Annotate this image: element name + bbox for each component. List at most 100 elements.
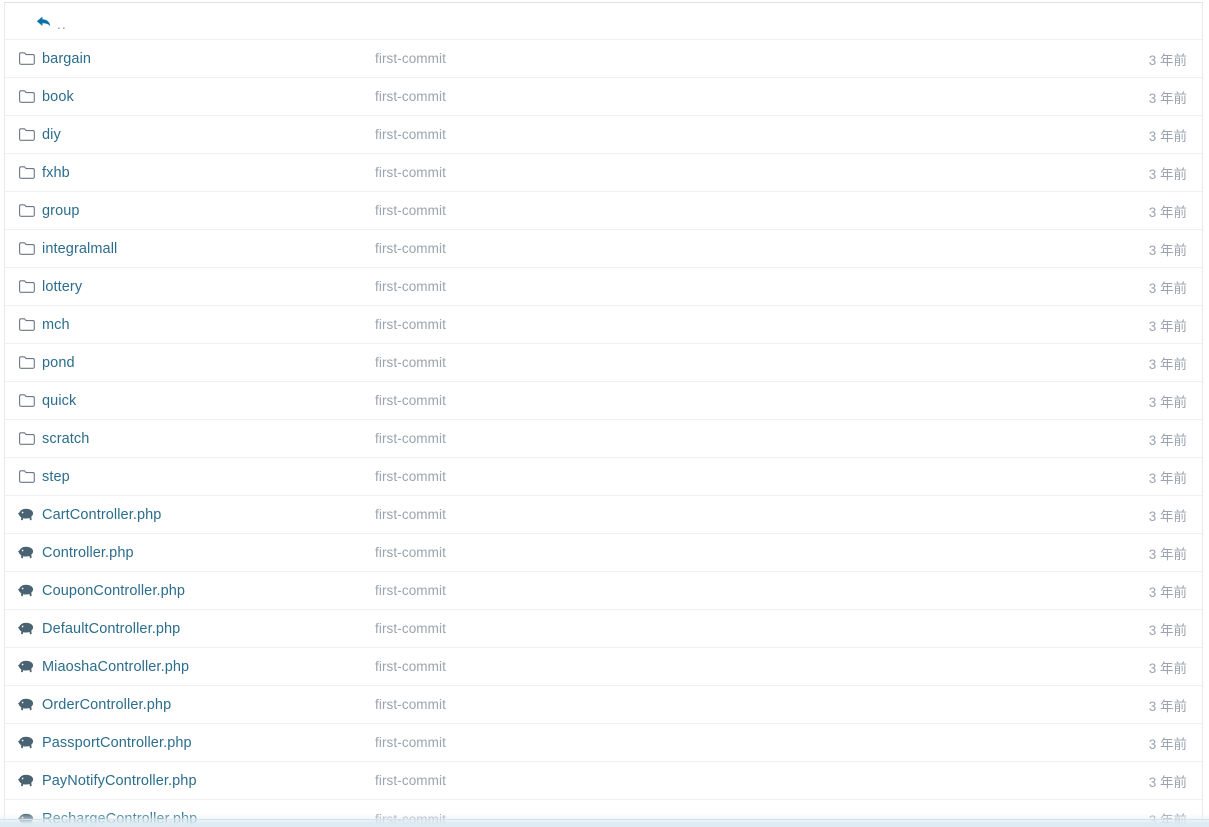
table-row[interactable]: PassportController.php first-commit 3 年前	[5, 724, 1202, 762]
folder-icon	[18, 431, 35, 446]
row-commit-age: 3 年前	[1148, 166, 1187, 182]
row-name-cell: scratch	[5, 431, 375, 447]
folder-link[interactable]: lottery	[42, 279, 82, 295]
php-elephant-icon	[18, 735, 35, 750]
folder-link[interactable]: pond	[42, 355, 75, 371]
row-commit-message: first-commit	[375, 583, 446, 598]
row-commit-age: 3 年前	[1148, 736, 1187, 752]
row-name-cell: OrderController.php	[5, 697, 375, 713]
folder-link[interactable]: diy	[42, 127, 61, 143]
row-name-cell: DefaultController.php	[5, 621, 375, 637]
row-commit-age: 3 年前	[1148, 204, 1187, 220]
row-name-cell: MiaoshaController.php	[5, 659, 375, 675]
row-name-cell: RechargeController.php	[5, 811, 375, 827]
folder-link[interactable]: fxhb	[42, 165, 70, 181]
row-commit-message: first-commit	[375, 51, 446, 66]
folder-icon	[18, 51, 35, 66]
table-row[interactable]: MiaoshaController.php first-commit 3 年前	[5, 648, 1202, 686]
table-row[interactable]: lottery first-commit 3 年前	[5, 268, 1202, 306]
row-commit-message: first-commit	[375, 469, 446, 484]
folder-icon	[18, 469, 35, 484]
php-elephant-icon	[18, 583, 35, 598]
row-name-cell: quick	[5, 393, 375, 409]
table-row[interactable]: integralmall first-commit 3 年前	[5, 230, 1202, 268]
file-link[interactable]: RechargeController.php	[42, 811, 197, 827]
row-name-cell: integralmall	[5, 241, 375, 257]
table-row[interactable]: bargain first-commit 3 年前	[5, 40, 1202, 78]
table-row[interactable]: Controller.php first-commit 3 年前	[5, 534, 1202, 572]
folder-link[interactable]: mch	[42, 317, 70, 333]
table-row[interactable]: group first-commit 3 年前	[5, 192, 1202, 230]
folder-link[interactable]: book	[42, 89, 74, 105]
file-link[interactable]: PassportController.php	[42, 735, 192, 751]
row-name-cell: step	[5, 469, 375, 485]
row-commit-message: first-commit	[375, 621, 446, 636]
table-row[interactable]: OrderController.php first-commit 3 年前	[5, 686, 1202, 724]
table-row[interactable]: book first-commit 3 年前	[5, 78, 1202, 116]
row-commit-message: first-commit	[375, 659, 446, 674]
row-commit-message: first-commit	[375, 545, 446, 560]
row-commit-age: 3 年前	[1148, 508, 1187, 524]
row-name-cell: pond	[5, 355, 375, 371]
row-commit-age: 3 年前	[1148, 698, 1187, 714]
row-commit-age: 3 年前	[1148, 546, 1187, 562]
folder-link[interactable]: quick	[42, 393, 76, 409]
row-name-cell: PassportController.php	[5, 735, 375, 751]
php-elephant-icon	[18, 545, 35, 560]
php-elephant-icon	[18, 697, 35, 712]
row-commit-message: first-commit	[375, 431, 446, 446]
file-browser-page: .. bargain first-commit 3 年前 book first-comm…	[0, 0, 1209, 827]
folder-link[interactable]: group	[42, 203, 80, 219]
row-name-cell: lottery	[5, 279, 375, 295]
table-row[interactable]: scratch first-commit 3 年前	[5, 420, 1202, 458]
table-row[interactable]: PayNotifyController.php first-commit 3 年前	[5, 762, 1202, 800]
table-row[interactable]: pond first-commit 3 年前	[5, 344, 1202, 382]
row-commit-message: first-commit	[375, 241, 446, 256]
folder-link[interactable]: bargain	[42, 51, 91, 67]
parent-directory-link[interactable]: ..	[36, 14, 67, 31]
row-commit-message: first-commit	[375, 773, 446, 788]
row-name-cell: CouponController.php	[5, 583, 375, 599]
row-name-cell: mch	[5, 317, 375, 333]
file-link[interactable]: CouponController.php	[42, 583, 185, 599]
file-link[interactable]: DefaultController.php	[42, 621, 180, 637]
table-row[interactable]: DefaultController.php first-commit 3 年前	[5, 610, 1202, 648]
row-name-cell: fxhb	[5, 165, 375, 181]
folder-icon	[18, 317, 35, 332]
folder-icon	[18, 355, 35, 370]
row-name-cell: bargain	[5, 51, 375, 67]
row-commit-age: 3 年前	[1148, 584, 1187, 600]
file-link[interactable]: Controller.php	[42, 545, 134, 561]
folder-link[interactable]: step	[42, 469, 70, 485]
folder-icon	[18, 127, 35, 142]
repository-file-list: .. bargain first-commit 3 年前 book first-comm…	[4, 2, 1203, 827]
table-row[interactable]: fxhb first-commit 3 年前	[5, 154, 1202, 192]
row-commit-age: 3 年前	[1148, 242, 1187, 258]
table-row[interactable]: step first-commit 3 年前	[5, 458, 1202, 496]
row-commit-message: first-commit	[375, 697, 446, 712]
table-row[interactable]: quick first-commit 3 年前	[5, 382, 1202, 420]
row-name-cell: PayNotifyController.php	[5, 773, 375, 789]
table-row[interactable]: diy first-commit 3 年前	[5, 116, 1202, 154]
row-commit-age: 3 年前	[1148, 128, 1187, 144]
file-link[interactable]: PayNotifyController.php	[42, 773, 197, 789]
row-commit-message: first-commit	[375, 89, 446, 104]
row-commit-age: 3 年前	[1148, 622, 1187, 638]
table-row[interactable]: mch first-commit 3 年前	[5, 306, 1202, 344]
row-commit-message: first-commit	[375, 811, 446, 827]
file-link[interactable]: OrderController.php	[42, 697, 171, 713]
table-row[interactable]: RechargeController.php first-commit 3 年前	[5, 800, 1202, 827]
file-rows-container: bargain first-commit 3 年前 book first-commit 3…	[5, 40, 1202, 827]
row-commit-age: 3 年前	[1148, 356, 1187, 372]
row-commit-message: first-commit	[375, 165, 446, 180]
file-link[interactable]: MiaoshaController.php	[42, 659, 189, 675]
folder-link[interactable]: integralmall	[42, 241, 117, 257]
table-row[interactable]: CartController.php first-commit 3 年前	[5, 496, 1202, 534]
php-elephant-icon	[18, 507, 35, 522]
row-commit-message: first-commit	[375, 355, 446, 370]
row-commit-message: first-commit	[375, 203, 446, 218]
row-commit-message: first-commit	[375, 507, 446, 522]
file-link[interactable]: CartController.php	[42, 507, 161, 523]
folder-link[interactable]: scratch	[42, 431, 89, 447]
table-row[interactable]: CouponController.php first-commit 3 年前	[5, 572, 1202, 610]
